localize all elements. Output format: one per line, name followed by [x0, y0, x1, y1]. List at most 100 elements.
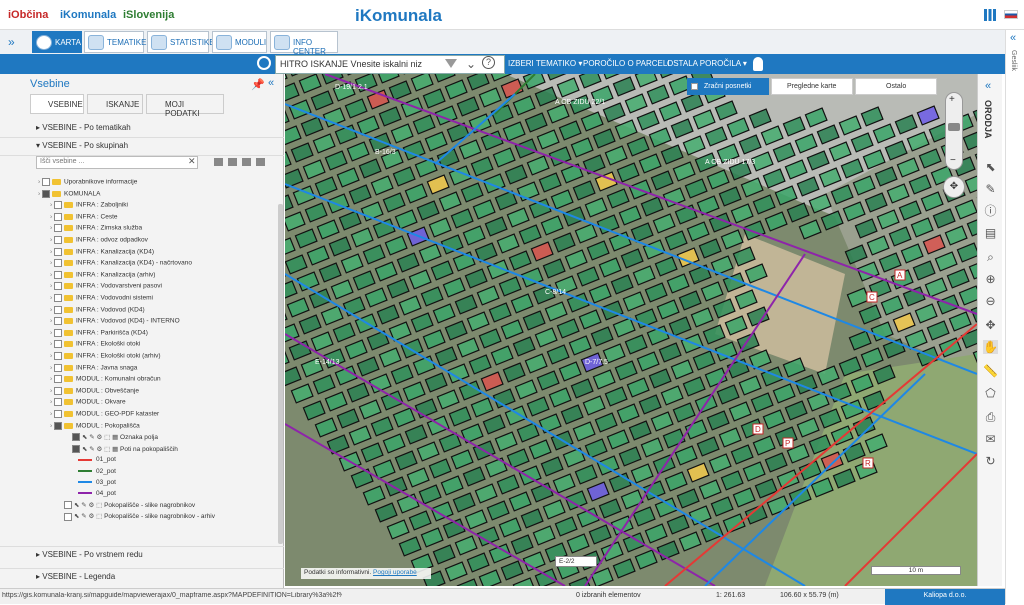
checkbox[interactable] [53, 340, 62, 349]
checkbox[interactable] [64, 512, 72, 521]
section-legenda[interactable]: ▸ VSEBINE - Legenda [0, 568, 284, 586]
zoom-out-tool-icon[interactable]: ⊖ [983, 294, 998, 308]
menu-porocilo-o-parceli[interactable]: POROČILO O PARCELI [583, 59, 670, 68]
checkbox[interactable] [64, 501, 72, 510]
layer-item[interactable]: ⬉ ✎ ⚙ ⬚ Pokopališče - slike nagrobnikov [64, 501, 195, 510]
tree-item[interactable]: › INFRA : Kanalizacija (arhiv) [50, 270, 155, 279]
section-po-vrstnem-redu[interactable]: ▸ VSEBINE - Po vrstnem redu [0, 546, 284, 564]
pan-arrows-icon[interactable]: ✥ [943, 176, 965, 198]
checkbox[interactable] [53, 305, 62, 314]
move-icon[interactable]: ✥ [983, 318, 998, 332]
chevron-down-icon[interactable]: ⌄ [466, 57, 476, 71]
checkbox[interactable] [41, 178, 50, 186]
print-icon[interactable]: ⎙ [983, 410, 998, 424]
layer-tools-icon[interactable]: ⬉ ✎ ⚙ ⬚ ▦ [82, 446, 118, 453]
layer-item[interactable]: ⬉ ✎ ⚙ ⬚ ▦ Oznaka polja [72, 433, 158, 442]
checkbox[interactable] [53, 247, 62, 256]
layer-item[interactable]: ⬉ ✎ ⚙ ⬚ ▦ Poti na pokopališčih [72, 445, 178, 454]
tree-item[interactable]: › MODUL : Okvare [50, 398, 126, 407]
checkbox[interactable] [53, 270, 62, 279]
checkbox[interactable] [53, 282, 62, 291]
tree-item[interactable]: › INFRA : odvoz odpadkov [50, 236, 148, 244]
checkbox[interactable] [72, 445, 80, 454]
tree-item[interactable]: › MODUL : Komunalni obračun [50, 375, 161, 384]
subtab-vsebine[interactable]: VSEBINE [30, 94, 84, 114]
checkbox[interactable] [53, 375, 62, 384]
zoom-out-icon[interactable]: − [950, 155, 956, 166]
menu-ostala-porocila[interactable]: OSTALA POROČILA ▾ [667, 59, 747, 68]
search-map-icon[interactable]: ⌕ [983, 250, 998, 264]
collapse-right-icon[interactable]: « [1010, 32, 1016, 44]
menu-izberi-tematiko[interactable]: IZBERI TEMATIKO ▾ [508, 59, 582, 68]
tree-item[interactable]: › INFRA : Javna snaga [50, 363, 137, 372]
search-icon[interactable] [257, 56, 271, 70]
tree-item[interactable]: › INFRA : Vodovod (KD4) - INTERNO [50, 317, 180, 326]
user-icon[interactable] [753, 57, 763, 71]
layer-tools-icon[interactable]: ⬉ ✎ ⚙ ⬚ [74, 502, 104, 509]
checkbox[interactable] [72, 433, 80, 442]
tree-scrollbar[interactable] [278, 204, 283, 544]
brand-iobcina[interactable]: iObčina [8, 9, 48, 21]
area-icon[interactable]: ⬠ [983, 386, 998, 400]
tree-item[interactable]: › INFRA : Kanalizacija (KD4) [50, 247, 154, 256]
zoom-in-icon[interactable]: + [949, 94, 955, 105]
checkbox[interactable] [53, 259, 62, 268]
subtab-moji-podatki[interactable]: MOJI PODATKI [146, 94, 224, 118]
checkbox[interactable] [53, 398, 62, 407]
tab-moduli[interactable]: MODULI [212, 31, 267, 53]
tree-item[interactable]: › INFRA : Parkirišča (KD4) [50, 328, 148, 337]
tree-item[interactable]: › MODUL : Pokopališča [50, 421, 140, 430]
layer-tools-icon[interactable]: ⬉ ✎ ⚙ ⬚ [74, 513, 104, 520]
select-icon[interactable]: ⬉ [983, 160, 998, 174]
help-icon[interactable]: ? [482, 56, 495, 69]
checkbox[interactable] [53, 386, 62, 395]
tree-item[interactable]: › INFRA : Zimska služba [50, 224, 142, 233]
tree-item[interactable]: › INFRA : Ekološki otoki [50, 340, 140, 349]
checkbox[interactable] [53, 201, 62, 210]
clear-filter-icon[interactable]: ✕ [188, 156, 196, 167]
tab-tematike[interactable]: TEMATIKE [84, 31, 146, 53]
tree-item[interactable]: › Uporabnikove informacije [38, 178, 137, 186]
tree-item[interactable]: › INFRA : Ceste [50, 212, 118, 221]
tab-statistike[interactable]: STATISTIKE [147, 31, 215, 53]
ruler-icon[interactable]: 📏 [983, 364, 998, 378]
tab-pregledne-karte[interactable]: Pregledne karte [771, 78, 853, 95]
collapse-left-icon[interactable]: » [8, 35, 15, 49]
brand-ikomunala[interactable]: iKomunala [60, 9, 116, 21]
checkbox[interactable] [53, 363, 62, 372]
layer-tools-icon[interactable]: ⬉ ✎ ⚙ ⬚ ▦ [82, 434, 118, 441]
table-icon[interactable]: ▤ [983, 226, 998, 240]
tree-item[interactable]: › MODUL : Obveščanje [50, 386, 139, 395]
pin-icon[interactable]: 📌 [251, 78, 265, 91]
tree-item[interactable]: › INFRA : Kanalizacija (KD4) - načrtovan… [50, 259, 192, 268]
tree-item[interactable]: › INFRA : Vodovodni sistemi [50, 294, 153, 302]
checkbox[interactable] [53, 212, 62, 221]
checkbox[interactable] [53, 236, 62, 244]
list-view-icon[interactable] [214, 158, 266, 166]
mail-icon[interactable]: ✉ [983, 432, 998, 446]
refresh-icon[interactable]: ↻ [983, 454, 998, 468]
tree-item[interactable]: › INFRA : Zaboljniki [50, 201, 128, 210]
tree-item[interactable]: › INFRA : Ekološki otoki (arhiv) [50, 352, 161, 360]
tab-zracni-posnetki[interactable]: Zračni posnetki [687, 78, 769, 95]
subtab-iskanje[interactable]: ISKANJE [87, 94, 143, 114]
info-icon[interactable]: ⓘ [983, 204, 998, 218]
checkbox[interactable] [53, 421, 62, 430]
checkbox[interactable] [53, 328, 62, 337]
tree-item[interactable]: › INFRA : Vodovod (KD4) [50, 305, 145, 314]
filter-icon[interactable] [445, 59, 457, 68]
apps-grid-icon[interactable] [984, 9, 996, 21]
tree-item[interactable]: › KOMUNALA [38, 189, 100, 198]
tree-item[interactable]: › MODUL : GEO-PDF kataster [50, 410, 159, 418]
brand-islovenija[interactable]: iSlovenija [123, 9, 174, 21]
company-link[interactable]: Kaliopa d.o.o. [885, 589, 1005, 605]
tab-info-center[interactable]: INFO CENTER [270, 31, 338, 56]
tree-item[interactable]: › INFRA : Vodovarstveni pasovi [50, 282, 162, 291]
map-canvas[interactable]: D-19/1 2.1 A OB ZIDU 22/1 A OB ZIDU 17/3 B-… [285, 74, 977, 586]
checkbox[interactable] [53, 224, 62, 233]
expand-tools-icon[interactable]: « [985, 80, 991, 92]
zoom-handle[interactable] [948, 123, 960, 131]
terms-link[interactable]: Pogoji uporabe [373, 569, 417, 576]
checkbox[interactable] [53, 317, 62, 326]
brush-icon[interactable]: ✎ [983, 182, 998, 196]
